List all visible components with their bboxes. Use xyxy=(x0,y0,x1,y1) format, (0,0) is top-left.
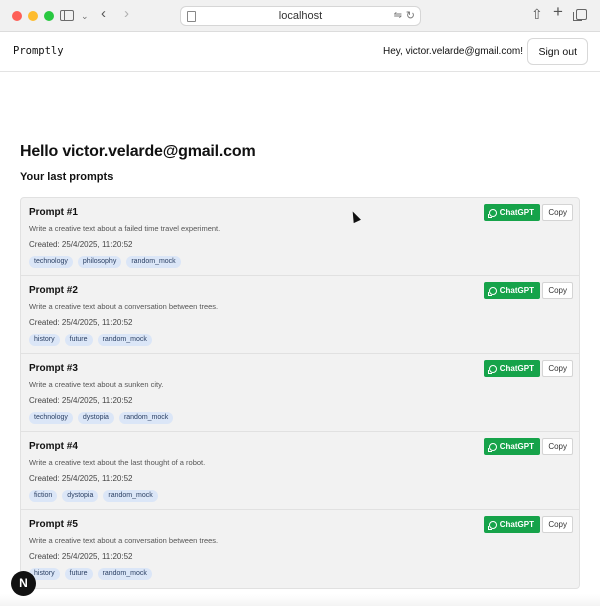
tag: fiction xyxy=(29,490,58,502)
translate-icon[interactable]: ⇋ xyxy=(394,10,402,21)
brand-logo[interactable]: Promptly xyxy=(13,45,64,57)
reload-icon[interactable]: ↻ xyxy=(406,9,415,22)
prompt-card: Prompt #3 Write a creative text about a … xyxy=(21,354,579,432)
open-in-chatgpt-button[interactable]: ChatGPT xyxy=(483,204,540,221)
prompt-created-date: Created: 25/4/2025, 11:20:52 xyxy=(29,318,133,327)
prompt-card: Prompt #2 Write a creative text about a … xyxy=(21,276,579,354)
page-title: Hello victor.velarde@gmail.com xyxy=(20,143,256,160)
prompt-title: Prompt #5 xyxy=(29,519,78,530)
back-arrow-icon[interactable]: ‹ xyxy=(101,6,106,22)
chat-bubble-icon xyxy=(487,442,497,452)
prompt-created-date: Created: 25/4/2025, 11:20:52 xyxy=(29,240,133,249)
copy-button[interactable]: Copy xyxy=(542,204,573,221)
tag: technology xyxy=(29,256,73,268)
tag-list: technology dystopia random_mock xyxy=(29,412,174,424)
new-tab-icon[interactable]: + xyxy=(553,3,563,20)
tag: future xyxy=(64,334,93,346)
prompt-title: Prompt #3 xyxy=(29,363,78,374)
zoom-window-button[interactable] xyxy=(44,11,54,21)
prompt-card: Prompt #4 Write a creative text about th… xyxy=(21,432,579,510)
url-text: localhost xyxy=(278,10,323,22)
prompt-card: Prompt #1 Write a creative text about a … xyxy=(21,198,579,276)
tag: random_mock xyxy=(103,490,158,502)
chat-bubble-icon xyxy=(487,364,497,374)
prompt-list: Prompt #1 Write a creative text about a … xyxy=(20,197,580,589)
share-icon[interactable]: ⇧ xyxy=(531,6,543,22)
open-in-chatgpt-button[interactable]: ChatGPT xyxy=(483,516,540,533)
tag: dystopia xyxy=(77,412,114,424)
tag-list: history future random_mock xyxy=(29,568,152,580)
tag: random_mock xyxy=(97,568,152,580)
chat-bubble-icon xyxy=(487,208,497,218)
tag: random_mock xyxy=(97,334,152,346)
address-bar[interactable]: localhost ⇋ ↻ xyxy=(180,6,421,26)
prompt-title: Prompt #4 xyxy=(29,441,78,452)
app-header: Promptly Hey, victor.velarde@gmail.com! … xyxy=(0,32,600,72)
prompt-title: Prompt #2 xyxy=(29,285,78,296)
prompt-created-date: Created: 25/4/2025, 11:20:52 xyxy=(29,552,133,561)
sidebar-toggle-icon[interactable] xyxy=(60,10,74,21)
chat-bubble-icon xyxy=(487,520,497,530)
prompt-created-date: Created: 25/4/2025, 11:20:52 xyxy=(29,396,133,405)
minimize-window-button[interactable] xyxy=(28,11,38,21)
main-content: Hello victor.velarde@gmail.com Your last… xyxy=(0,143,600,589)
tag: dystopia xyxy=(62,490,99,502)
tag-list: history future random_mock xyxy=(29,334,152,346)
chatgpt-button-label: ChatGPT xyxy=(499,286,534,295)
user-greeting: Hey, victor.velarde@gmail.com! xyxy=(382,46,523,57)
tag: history xyxy=(29,334,60,346)
tag: future xyxy=(64,568,93,580)
chatgpt-button-label: ChatGPT xyxy=(499,208,534,217)
tag-list: technology philosophy random_mock xyxy=(29,256,181,268)
copy-button[interactable]: Copy xyxy=(542,438,573,455)
copy-button[interactable]: Copy xyxy=(542,360,573,377)
prompt-description: Write a creative text about a sunken cit… xyxy=(29,380,164,389)
close-window-button[interactable] xyxy=(12,11,22,21)
browser-toolbar: ⌄ ‹ › localhost ⇋ ↻ ⇧ + xyxy=(0,0,600,32)
forward-arrow-icon[interactable]: › xyxy=(124,6,129,22)
copy-button[interactable]: Copy xyxy=(542,282,573,299)
chatgpt-button-label: ChatGPT xyxy=(499,442,534,451)
window-controls xyxy=(12,11,54,21)
prompt-description: Write a creative text about a conversati… xyxy=(29,536,219,545)
tag-list: fiction dystopia random_mock xyxy=(29,490,158,502)
prompt-created-date: Created: 25/4/2025, 11:20:52 xyxy=(29,474,133,483)
tag: technology xyxy=(29,412,73,424)
chevron-down-icon[interactable]: ⌄ xyxy=(81,8,89,24)
open-in-chatgpt-button[interactable]: ChatGPT xyxy=(483,360,540,377)
tag: philosophy xyxy=(77,256,122,268)
section-title: Your last prompts xyxy=(20,171,114,183)
scroll-fade xyxy=(0,594,600,606)
prompt-card: Prompt #5 Write a creative text about a … xyxy=(21,510,579,588)
sign-out-button[interactable]: Sign out xyxy=(527,38,588,65)
open-in-chatgpt-button[interactable]: ChatGPT xyxy=(483,282,540,299)
open-in-chatgpt-button[interactable]: ChatGPT xyxy=(483,438,540,455)
prompt-description: Write a creative text about a conversati… xyxy=(29,302,219,311)
prompt-description: Write a creative text about a failed tim… xyxy=(29,224,221,233)
chat-bubble-icon xyxy=(487,286,497,296)
tab-overview-icon[interactable] xyxy=(573,9,587,21)
tag: random_mock xyxy=(126,256,181,268)
chatgpt-button-label: ChatGPT xyxy=(499,364,534,373)
dev-tools-badge[interactable]: N xyxy=(11,571,36,596)
copy-button[interactable]: Copy xyxy=(542,516,573,533)
prompt-description: Write a creative text about the last tho… xyxy=(29,458,206,467)
prompt-title: Prompt #1 xyxy=(29,207,78,218)
chatgpt-button-label: ChatGPT xyxy=(499,520,534,529)
tag: random_mock xyxy=(118,412,174,424)
